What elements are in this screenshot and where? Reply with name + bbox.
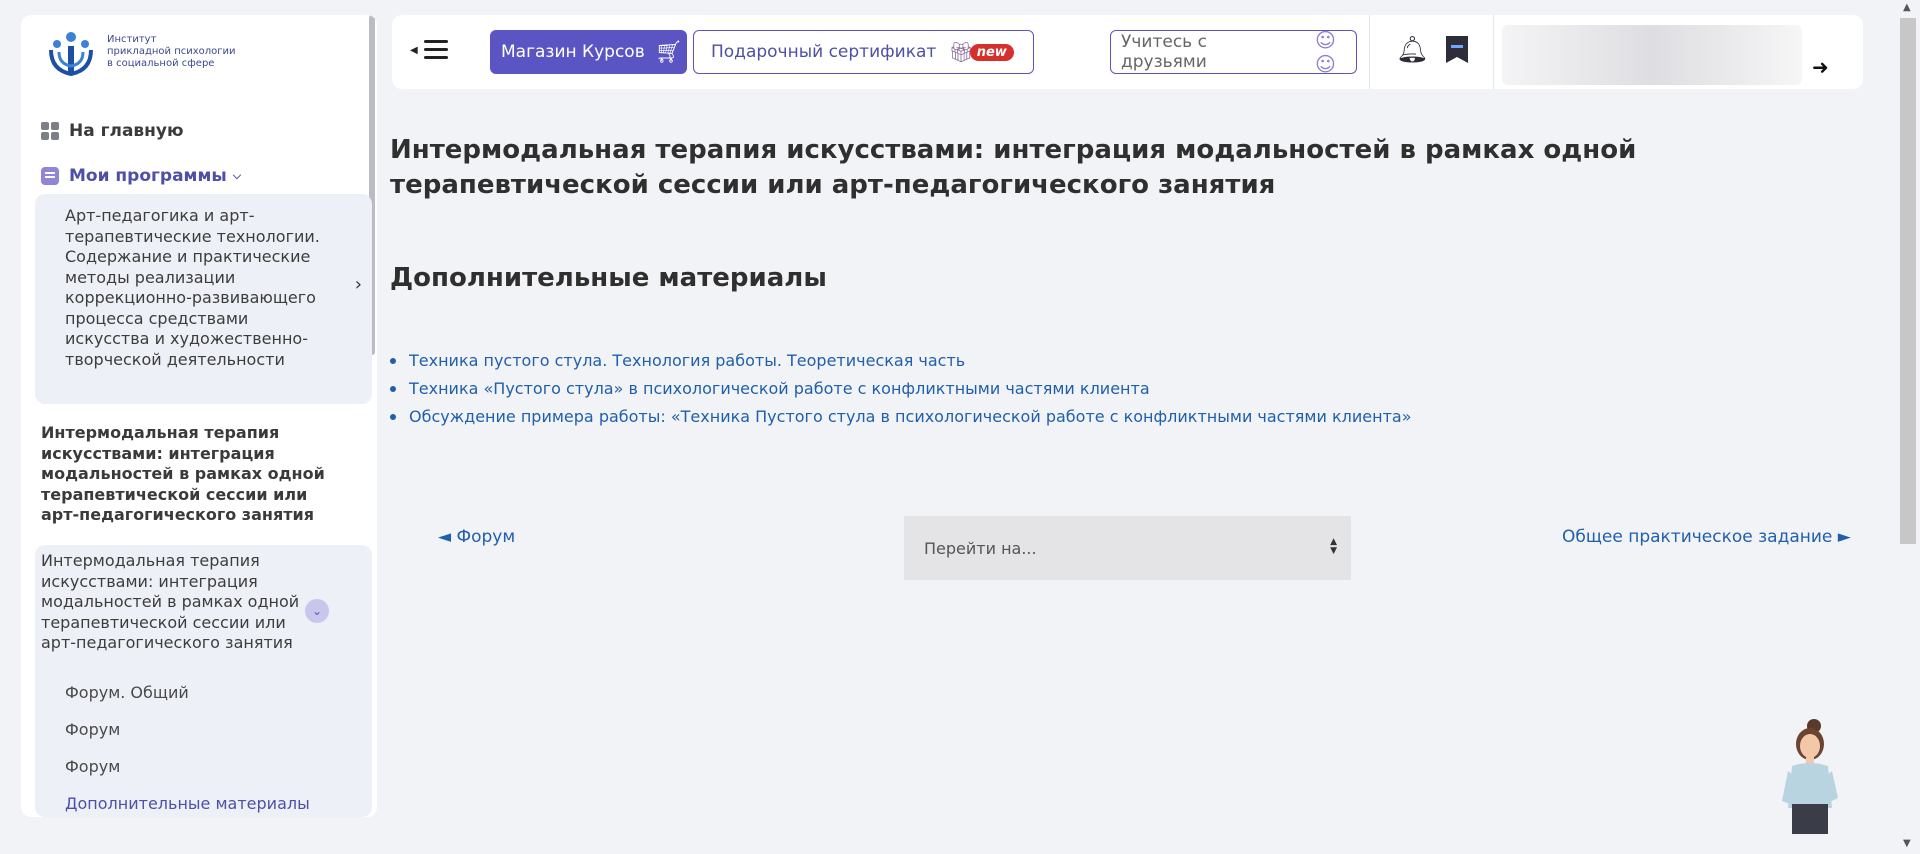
materials-list: Техника пустого стула. Технология работы… [390, 347, 1411, 431]
sidebar-toggle-button[interactable]: ◀ [410, 40, 448, 60]
prev-activity-link[interactable]: ◄ Форум [438, 527, 515, 547]
header-divider [1369, 15, 1370, 89]
friends-label: Учитесь с друзьями [1121, 32, 1207, 72]
section-item[interactable]: Форум [65, 757, 120, 776]
scroll-down-icon[interactable]: ▼ [1903, 838, 1911, 849]
material-link[interactable]: Техника «Пустого стула» в психологическо… [390, 375, 1411, 403]
logo-line-1: Институт [107, 34, 157, 45]
logo[interactable]: Институт прикладной психологии в социаль… [45, 30, 236, 78]
logo-text: Институт прикладной психологии в социаль… [107, 34, 236, 70]
caret-left-icon: ◀ [410, 44, 418, 56]
assistant-avatar[interactable] [1780, 716, 1842, 836]
programs-icon [41, 167, 59, 185]
study-with-friends-button[interactable]: Учитесь с друзьями ☺☺ [1110, 28, 1357, 76]
chevron-down-icon[interactable]: ⌄ [305, 599, 329, 623]
hamburger-icon [423, 40, 448, 60]
shop-label: Магазин Курсов [501, 42, 645, 62]
course-title[interactable]: Интермодальная терапия искусствами: инте… [41, 423, 341, 526]
bell-icon[interactable]: 🔔︎ [1396, 35, 1429, 65]
header-divider [1493, 15, 1494, 89]
user-profile-blurred[interactable] [1502, 25, 1802, 85]
scroll-up-icon[interactable]: ▲ [1903, 2, 1911, 13]
section-item[interactable]: Форум. Общий [65, 683, 189, 702]
scrollbar-thumb[interactable] [1900, 18, 1916, 544]
logo-line-3: в социальной сфере [107, 58, 215, 69]
logo-line-2: прикладной психологии [107, 46, 236, 57]
new-badge: new [969, 43, 1014, 61]
section-item[interactable]: Форум [65, 720, 120, 739]
sidebar-item-my-programs[interactable]: Мои программы ⌵ [41, 166, 241, 186]
shop-button[interactable]: Магазин Курсов 🛒︎ [490, 30, 687, 74]
select-arrows-icon: ▲ ▼ [1330, 537, 1337, 556]
cart-icon: 🛒︎ [654, 39, 683, 65]
bookmark-icon[interactable] [1446, 36, 1468, 63]
page-title: Интермодальная терапия искусствами: инте… [390, 135, 1637, 200]
sidebar: Институт прикладной психологии в социаль… [21, 15, 377, 817]
logout-icon[interactable]: ➜ [1812, 55, 1829, 79]
gift-certificate-button[interactable]: Подарочный сертификат 🎁︎ new [693, 30, 1034, 74]
home-grid-icon [41, 122, 59, 140]
section-item-active[interactable]: Дополнительные материалы [65, 794, 310, 813]
material-link[interactable]: Техника пустого стула. Технология работы… [390, 347, 1411, 375]
programs-label: Мои программы [69, 166, 227, 186]
gift-label: Подарочный сертификат [711, 42, 937, 62]
friends-icon: ☺☺ [1315, 28, 1336, 76]
material-link[interactable]: Обсуждение примера работы: «Техника Пуст… [390, 403, 1411, 431]
jump-placeholder: Перейти на... [924, 538, 1037, 558]
program-card[interactable]: Арт-педагогика и арт-терапевтические тех… [35, 194, 372, 404]
next-activity-link[interactable]: Общее практическое задание ► [1562, 527, 1851, 547]
chevron-down-icon: ⌵ [232, 169, 242, 182]
jump-to-select[interactable]: Перейти на... ▲ ▼ [904, 516, 1351, 580]
section-title[interactable]: Интермодальная терапия искусствами: инте… [41, 551, 301, 654]
chevron-right-icon: › [354, 274, 362, 295]
logo-icon [49, 32, 93, 77]
sidebar-item-home[interactable]: На главную [41, 121, 184, 141]
program-card-label: Арт-педагогика и арт-терапевтические тех… [65, 206, 320, 369]
page-scrollbar[interactable]: ▲ ▼ [1896, 0, 1920, 854]
section-card: Интермодальная терапия искусствами: инте… [35, 545, 372, 817]
home-label: На главную [69, 121, 184, 141]
top-header: ◀ Магазин Курсов 🛒︎ Подарочный сертифика… [392, 15, 1863, 89]
section-heading: Дополнительные материалы [390, 263, 827, 293]
